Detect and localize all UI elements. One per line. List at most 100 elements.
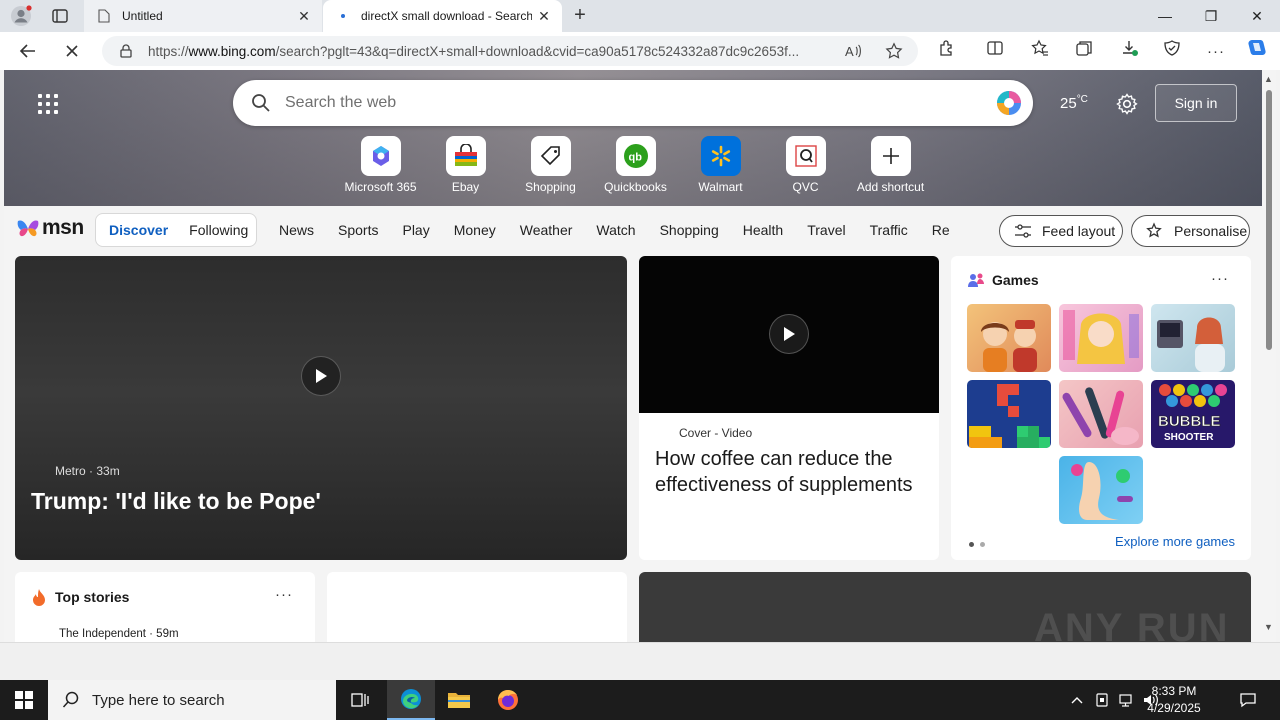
- system-clock[interactable]: 8:33 PM 4/29/2025: [1136, 683, 1212, 717]
- game-tile[interactable]: [1059, 456, 1143, 524]
- game-tile[interactable]: [1059, 304, 1143, 372]
- shortcut-qvc[interactable]: QVC: [763, 136, 848, 194]
- taskbar-search-box[interactable]: Type here to search: [48, 680, 336, 720]
- network-icon[interactable]: [1118, 692, 1134, 708]
- game-thumbnail-icon: [1071, 462, 1133, 520]
- page-scrollbar[interactable]: ▲ ▼: [1262, 70, 1276, 642]
- chevron-up-icon[interactable]: [1070, 695, 1084, 705]
- msn-logo[interactable]: msn: [16, 216, 84, 240]
- more-options-button[interactable]: ···: [1211, 270, 1229, 287]
- downloads-icon[interactable]: [1121, 39, 1139, 57]
- collections-icon[interactable]: [1075, 39, 1093, 57]
- game-thumbnail-icon: [1063, 310, 1139, 364]
- copilot-search-icon[interactable]: [995, 89, 1023, 117]
- nav-link[interactable]: Sports: [338, 222, 378, 238]
- web-search-box[interactable]: [233, 80, 1033, 126]
- scroll-down-icon[interactable]: ▼: [1264, 622, 1273, 632]
- tab-bing-search[interactable]: directX small download - Search ✕: [323, 0, 562, 32]
- tab-untitled[interactable]: Untitled ✕: [84, 0, 322, 32]
- story-headline[interactable]: How coffee can reduce the effectiveness …: [655, 446, 931, 498]
- restore-button[interactable]: ❐: [1188, 0, 1234, 32]
- close-tab-icon[interactable]: ✕: [292, 8, 316, 25]
- sliders-icon: [1015, 224, 1031, 238]
- nav-link[interactable]: Play: [402, 222, 429, 238]
- stop-loading-button[interactable]: [58, 39, 86, 63]
- carousel-dots[interactable]: [969, 542, 991, 547]
- feed-layout-label: Feed layout: [1042, 223, 1116, 239]
- lock-icon[interactable]: [118, 43, 134, 59]
- gear-icon[interactable]: [1116, 93, 1138, 115]
- taskbar-edge[interactable]: [387, 680, 435, 720]
- close-window-button[interactable]: ✕: [1234, 0, 1280, 32]
- shortcut-microsoft365[interactable]: Microsoft 365: [338, 136, 423, 194]
- new-tab-button[interactable]: +: [568, 4, 592, 28]
- nav-link[interactable]: Traffic: [870, 222, 908, 238]
- add-shortcut-button[interactable]: Add shortcut: [848, 136, 933, 194]
- shortcut-shopping[interactable]: Shopping: [508, 136, 593, 194]
- browser-essentials-icon[interactable]: [1163, 39, 1181, 57]
- svg-text:qb: qb: [628, 152, 642, 164]
- tab-title: directX small download - Search: [361, 9, 532, 23]
- personalise-button[interactable]: Personalise: [1131, 215, 1250, 247]
- split-screen-icon[interactable]: [986, 39, 1004, 57]
- shortcut-quickbooks[interactable]: qb Quickbooks: [593, 136, 678, 194]
- task-view-button[interactable]: [336, 680, 384, 720]
- firefox-icon: [498, 690, 518, 710]
- read-aloud-icon[interactable]: A: [844, 42, 862, 60]
- notifications-button[interactable]: [1226, 680, 1270, 720]
- sign-in-button[interactable]: Sign in: [1155, 84, 1237, 122]
- scrollbar-thumb[interactable]: [1266, 90, 1272, 350]
- windows-taskbar: Type here to search 8:33 PM 4/29/2025: [0, 680, 1280, 720]
- sparkle-star-icon: [1146, 222, 1162, 238]
- nav-link[interactable]: Travel: [807, 222, 845, 238]
- settings-more-button[interactable]: ···: [1202, 39, 1230, 63]
- game-tile[interactable]: [1059, 380, 1143, 448]
- address-bar[interactable]: https://www.bing.com/search?pglt=43&q=di…: [102, 36, 918, 66]
- nav-link[interactable]: Real Estate: [932, 222, 949, 238]
- favorites-icon[interactable]: [1031, 39, 1049, 57]
- game-tile[interactable]: BUBBLE SHOOTER: [1151, 380, 1235, 448]
- play-button[interactable]: [769, 314, 809, 354]
- scroll-up-icon[interactable]: ▲: [1264, 74, 1273, 84]
- nav-link[interactable]: Money: [454, 222, 496, 238]
- video-thumbnail[interactable]: [639, 256, 939, 413]
- favorite-star-icon[interactable]: [885, 42, 903, 60]
- game-tile[interactable]: [1151, 304, 1235, 372]
- extensions-icon[interactable]: [938, 39, 956, 57]
- security-device-icon[interactable]: [1094, 692, 1110, 708]
- nav-link[interactable]: News: [279, 222, 314, 238]
- app-launcher-icon[interactable]: [38, 94, 58, 114]
- copilot-icon[interactable]: [1246, 37, 1268, 59]
- back-button[interactable]: [14, 39, 42, 63]
- shortcut-walmart[interactable]: Walmart: [678, 136, 763, 194]
- tab-discover[interactable]: Discover: [109, 222, 168, 238]
- minimize-button[interactable]: —: [1142, 0, 1188, 32]
- tab-actions-icon[interactable]: [51, 7, 69, 25]
- search-input[interactable]: [285, 94, 975, 112]
- feed-layout-button[interactable]: Feed layout: [999, 215, 1123, 247]
- play-button[interactable]: [301, 356, 341, 396]
- story-headline[interactable]: Trump: 'I'd like to be Pope': [31, 488, 321, 515]
- close-tab-icon[interactable]: ✕: [532, 8, 556, 25]
- url-text[interactable]: https://www.bing.com/search?pglt=43&q=di…: [148, 44, 838, 59]
- nav-link[interactable]: Weather: [520, 222, 573, 238]
- explore-more-games-link[interactable]: Explore more games: [1115, 534, 1235, 549]
- game-tile[interactable]: [967, 304, 1051, 372]
- shortcut-ebay[interactable]: Ebay: [423, 136, 508, 194]
- start-button[interactable]: [0, 680, 48, 720]
- tab-following[interactable]: Following: [189, 222, 248, 238]
- weather-temperature[interactable]: 25°C: [1060, 94, 1088, 112]
- carousel-dot-active[interactable]: [969, 542, 974, 547]
- nav-link[interactable]: Health: [743, 222, 783, 238]
- nav-link[interactable]: Watch: [596, 222, 635, 238]
- video-story-card[interactable]: Cover - Video How coffee can reduce the …: [639, 256, 939, 560]
- taskbar-file-explorer[interactable]: [435, 680, 483, 720]
- shortcut-label: Ebay: [451, 180, 480, 194]
- headline-video-card[interactable]: Metro · 33m Trump: 'I'd like to be Pope': [15, 256, 627, 560]
- profile-avatar-icon[interactable]: [10, 5, 32, 27]
- carousel-dot[interactable]: [980, 542, 985, 547]
- nav-link[interactable]: Shopping: [660, 222, 719, 238]
- game-tile[interactable]: [967, 380, 1051, 448]
- more-options-button[interactable]: ···: [275, 586, 293, 603]
- taskbar-firefox[interactable]: [484, 680, 532, 720]
